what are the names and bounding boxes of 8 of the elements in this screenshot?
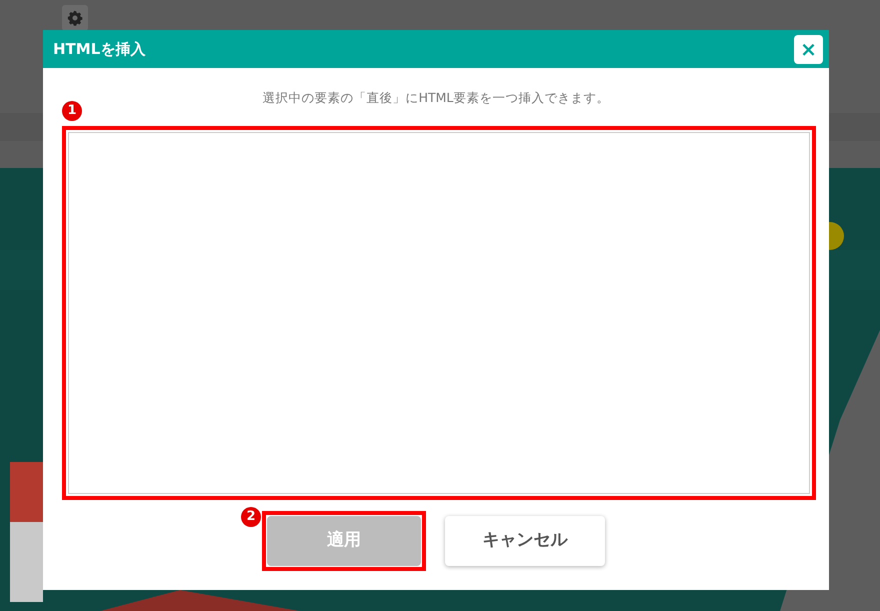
description-text: 選択中の要素の「直後」にHTML要素を一つ挿入できます。 — [262, 89, 610, 107]
settings-icon — [67, 10, 83, 26]
close-button[interactable]: × — [794, 34, 823, 64]
settings-button[interactable] — [62, 5, 88, 31]
cancel-button[interactable]: キャンセル — [445, 516, 605, 566]
annotation-marker: 2 — [241, 506, 261, 527]
annotation-marker: 1 — [62, 100, 82, 121]
dialog-title: HTMLを挿入 — [53, 38, 146, 60]
